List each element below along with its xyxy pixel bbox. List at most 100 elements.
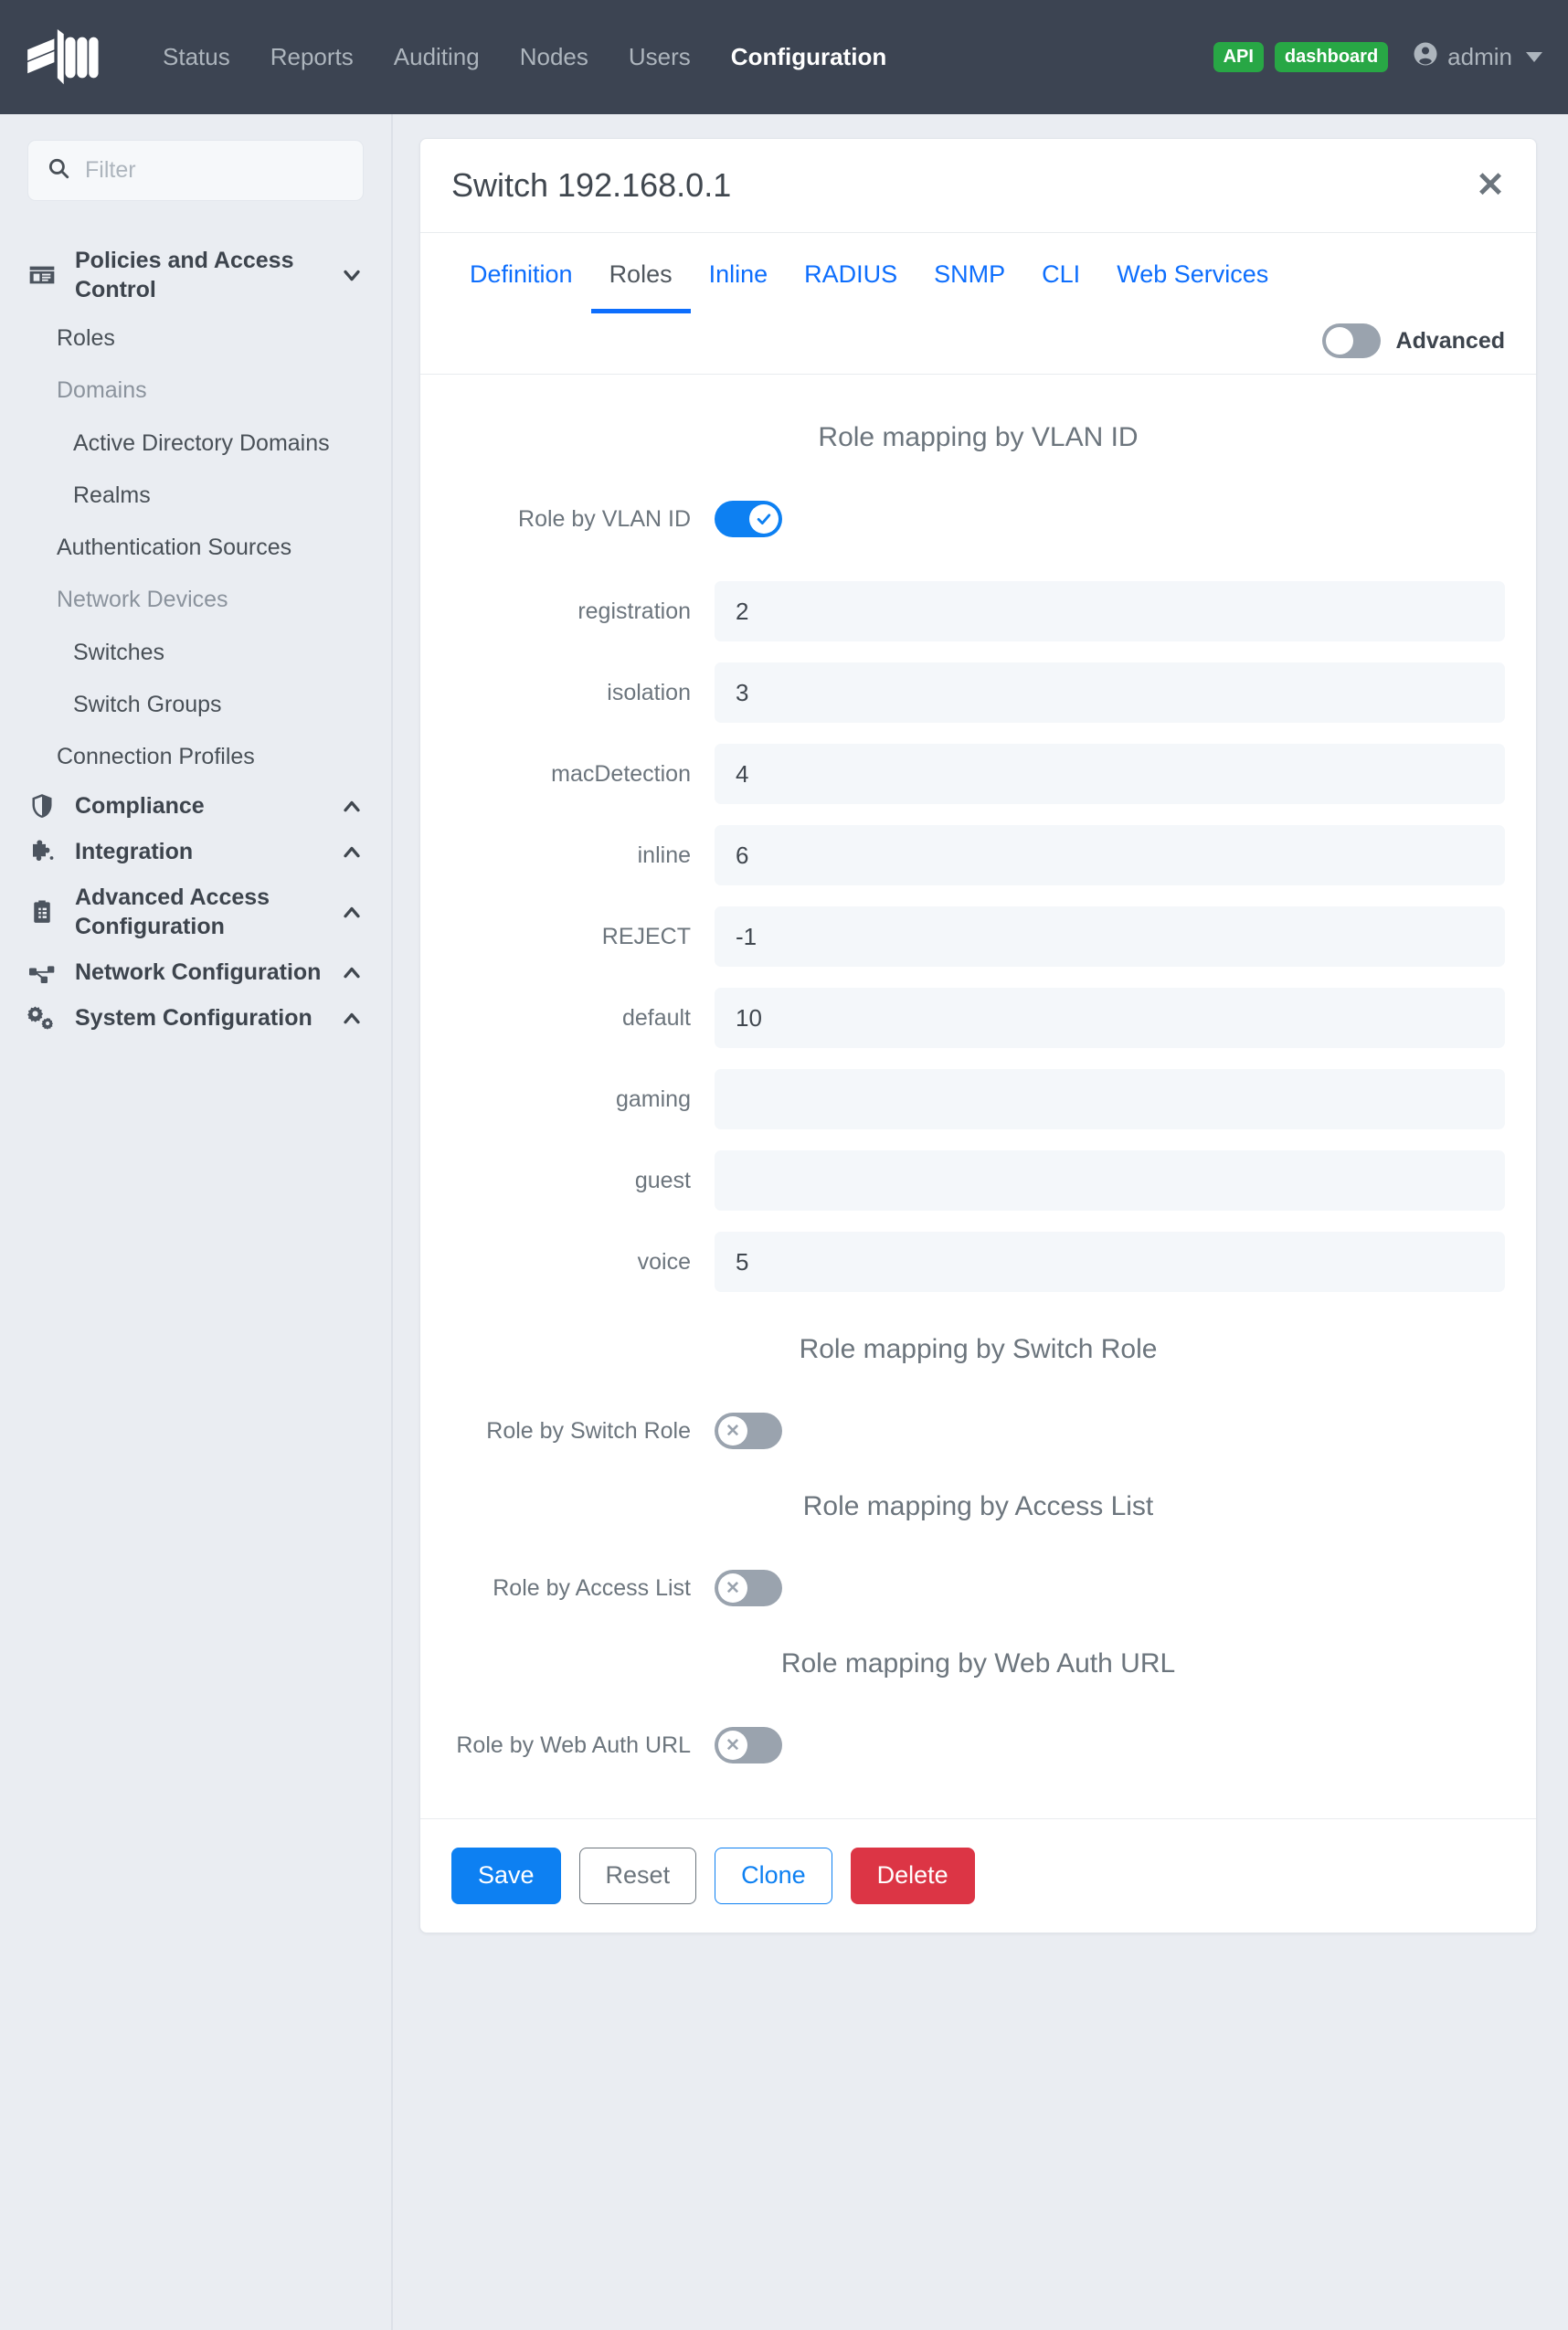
toggle-knob [749, 504, 779, 534]
tab-roles[interactable]: Roles [590, 253, 691, 313]
field-input-inline[interactable] [715, 825, 1505, 885]
field-input-gaming[interactable] [715, 1069, 1505, 1129]
field-row-voice: voice [451, 1232, 1505, 1292]
sidebar-item-connection-profiles[interactable]: Connection Profiles [0, 731, 391, 783]
chevron-down-icon [1526, 52, 1542, 62]
field-row-reject: REJECT [451, 906, 1505, 967]
field-row-default: default [451, 988, 1505, 1048]
navbar-right: API dashboard admin [1213, 40, 1542, 74]
reset-button[interactable]: Reset [578, 1848, 697, 1904]
nav-links: Status Reports Auditing Nodes Users Conf… [143, 34, 906, 80]
sidebar-group-compliance[interactable]: Compliance [0, 783, 391, 829]
nav-link-status[interactable]: Status [143, 34, 250, 80]
tab-snmp[interactable]: SNMP [916, 253, 1023, 313]
sidebar-sublabel-domains: Domains [57, 377, 147, 404]
advanced-label: Advanced [1395, 327, 1505, 354]
id-card-icon [22, 260, 62, 290]
toggle-knob [1325, 327, 1353, 355]
sidebar-group-policies-and-access-control[interactable]: Policies and Access Control [0, 238, 391, 312]
shield-icon [22, 792, 62, 820]
chevron-down-icon[interactable] [336, 262, 367, 288]
sidebar-item-realms[interactable]: Realms [0, 470, 391, 522]
toggle-knob: ✕ [718, 1731, 747, 1760]
api-badge[interactable]: API [1213, 42, 1264, 72]
sidebar-item-active-directory-domains[interactable]: Active Directory Domains [0, 418, 391, 470]
sidebar-item-authentication-sources[interactable]: Authentication Sources [0, 522, 391, 574]
close-icon: ✕ [726, 1735, 740, 1755]
tab-definition[interactable]: Definition [451, 253, 591, 313]
field-input-isolation[interactable] [715, 662, 1505, 723]
section-title-vlan: Role mapping by VLAN ID [818, 422, 1139, 452]
sidebar-group-integration[interactable]: Integration [0, 829, 391, 874]
advanced-toggle[interactable] [1321, 323, 1381, 358]
sidebar-group-label: Network Configuration [75, 959, 322, 986]
field-row-macdetection: macDetection [451, 744, 1505, 804]
sidebar-group-label: Advanced Access Configuration [75, 884, 270, 940]
field-input-registration[interactable] [715, 581, 1505, 641]
save-button[interactable]: Save [451, 1848, 561, 1904]
sidebar-group-system-configuration[interactable]: System Configuration [0, 995, 391, 1041]
clone-button[interactable]: Clone [715, 1848, 832, 1904]
field-label-guest: guest [634, 1167, 691, 1193]
nav-link-nodes[interactable]: Nodes [500, 34, 609, 80]
sidebar-group-label: System Configuration [75, 1005, 313, 1032]
search-icon [47, 156, 70, 185]
field-input-guest[interactable] [715, 1150, 1505, 1211]
nav-link-users[interactable]: Users [609, 34, 711, 80]
sidebar-item-switch-groups[interactable]: Switch Groups [0, 679, 391, 731]
field-label-default: default [621, 1004, 691, 1031]
delete-button[interactable]: Delete [850, 1848, 975, 1904]
chevron-up-icon[interactable] [336, 793, 367, 819]
nav-link-auditing[interactable]: Auditing [374, 34, 500, 80]
puzzle-piece-icon [22, 838, 62, 865]
sidebar-item-switches[interactable]: Switches [0, 627, 391, 679]
switch-config-card: Switch 192.168.0.1 ✕ Definition Roles In… [419, 138, 1537, 1933]
tab-cli[interactable]: CLI [1023, 253, 1098, 313]
role-by-access-list-toggle[interactable]: ✕ [715, 1570, 782, 1606]
user-menu[interactable]: admin [1412, 40, 1542, 74]
card-footer: Save Reset Clone Delete [420, 1818, 1536, 1933]
field-input-reject[interactable] [715, 906, 1505, 967]
role-by-web-auth-url-toggle[interactable]: ✕ [715, 1727, 782, 1763]
role-by-vlan-id-toggle[interactable] [715, 501, 782, 537]
nav-link-configuration[interactable]: Configuration [711, 34, 906, 80]
role-by-switch-role-label: Role by Switch Role [486, 1417, 691, 1444]
sidebar-group-label: Integration [75, 839, 194, 865]
advanced-toggle-row: Advanced [420, 313, 1536, 375]
chevron-up-icon[interactable] [336, 959, 367, 985]
packetfence-logo-icon[interactable] [20, 16, 104, 100]
field-input-voice[interactable] [715, 1232, 1505, 1292]
field-label-voice: voice [637, 1248, 691, 1275]
close-icon: ✕ [726, 1578, 740, 1598]
field-input-default[interactable] [715, 988, 1505, 1048]
top-navbar: Status Reports Auditing Nodes Users Conf… [0, 0, 1568, 114]
clipboard-list-icon [22, 898, 62, 926]
close-icon: ✕ [726, 1421, 740, 1441]
tab-radius[interactable]: RADIUS [786, 253, 916, 313]
field-label-macdetection: macDetection [551, 760, 691, 787]
close-icon[interactable]: ✕ [1476, 168, 1505, 203]
section-title-access-list: Role mapping by Access List [802, 1491, 1154, 1521]
nav-link-reports[interactable]: Reports [250, 34, 374, 80]
tab-inline[interactable]: Inline [691, 253, 787, 313]
sidebar-group-advanced-access-configuration[interactable]: Advanced Access Configuration [0, 874, 391, 949]
sidebar-group-network-configuration[interactable]: Network Configuration [0, 949, 391, 995]
section-title-switch-role: Role mapping by Switch Role [799, 1334, 1158, 1364]
role-by-switch-role-toggle[interactable]: ✕ [715, 1413, 782, 1449]
network-topology-icon [22, 958, 62, 987]
filter-input[interactable] [85, 157, 344, 184]
dashboard-badge[interactable]: dashboard [1274, 42, 1389, 72]
chevron-up-icon[interactable] [336, 839, 367, 864]
chevron-up-icon[interactable] [336, 1005, 367, 1031]
sidebar-item-roles[interactable]: Roles [0, 312, 391, 365]
field-row-gaming: gaming [451, 1069, 1505, 1129]
role-by-access-list-label: Role by Access List [493, 1574, 691, 1601]
field-label-reject: REJECT [601, 923, 691, 949]
main-content: Switch 192.168.0.1 ✕ Definition Roles In… [393, 114, 1568, 2330]
field-row-guest: guest [451, 1150, 1505, 1211]
chevron-up-icon[interactable] [336, 899, 367, 925]
role-by-web-auth-url-row: Role by Web Auth URL ✕ [451, 1727, 1505, 1763]
field-input-macdetection[interactable] [715, 744, 1505, 804]
tab-web-services[interactable]: Web Services [1098, 253, 1287, 313]
section-title-web-auth-url: Role mapping by Web Auth URL [780, 1648, 1176, 1679]
